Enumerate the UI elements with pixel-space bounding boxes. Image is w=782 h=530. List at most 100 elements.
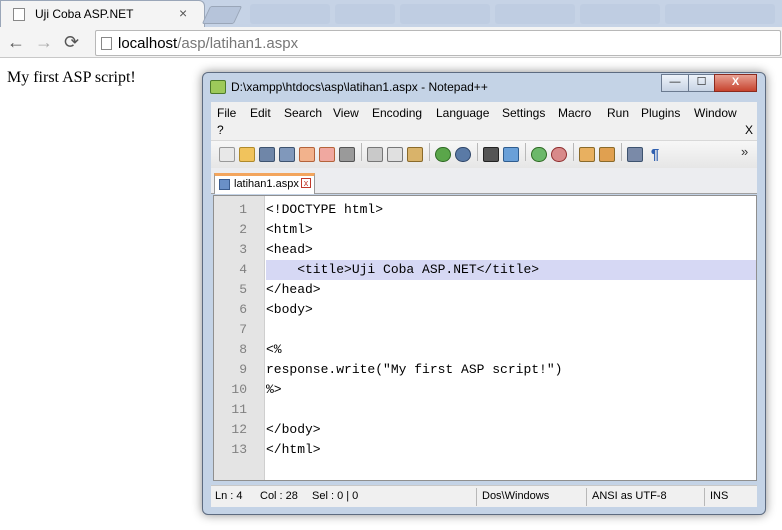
window-title: D:\xampp\htdocs\asp\latihan1.aspx - Note… bbox=[231, 80, 488, 94]
document-tab[interactable]: latihan1.aspx x bbox=[214, 173, 315, 194]
open-file-icon[interactable] bbox=[239, 147, 255, 162]
line-number: 13 bbox=[231, 442, 247, 457]
toolbar-separator bbox=[621, 143, 622, 161]
url-path: /asp/latihan1.aspx bbox=[177, 35, 299, 52]
undo-icon[interactable] bbox=[435, 147, 451, 162]
document-tab-label: latihan1.aspx bbox=[234, 178, 299, 190]
background-window-tab bbox=[665, 4, 775, 24]
line-number: 5 bbox=[239, 282, 247, 297]
browser-tabstrip: Uji Coba ASP.NET × bbox=[0, 0, 782, 27]
menu-run[interactable]: Run bbox=[607, 106, 629, 120]
background-window-tab bbox=[250, 4, 330, 24]
address-bar[interactable]: localhost/asp/latihan1.aspx bbox=[95, 30, 781, 56]
code-line[interactable]: </html> bbox=[266, 440, 321, 460]
code-line[interactable]: </head> bbox=[266, 280, 321, 300]
toolbar-separator bbox=[525, 143, 526, 161]
browser-tab-title: Uji Coba ASP.NET bbox=[35, 7, 134, 21]
new-tab-button[interactable] bbox=[201, 6, 243, 24]
menu-search[interactable]: Search bbox=[284, 106, 322, 120]
code-line[interactable]: response.write("My first ASP script!") bbox=[266, 360, 562, 380]
copy-icon[interactable] bbox=[387, 147, 403, 162]
notepadpp-window: D:\xampp\htdocs\asp\latihan1.aspx - Note… bbox=[202, 72, 766, 515]
status-line: Ln : 4 bbox=[215, 490, 243, 502]
code-line[interactable]: <html> bbox=[266, 220, 313, 240]
status-separator bbox=[476, 488, 477, 506]
word-wrap-icon[interactable] bbox=[627, 147, 643, 162]
show-all-chars-icon[interactable]: ¶ bbox=[647, 147, 663, 162]
paste-icon[interactable] bbox=[407, 147, 423, 162]
line-number: 2 bbox=[239, 222, 247, 237]
line-number: 11 bbox=[231, 402, 247, 417]
print-icon[interactable] bbox=[339, 147, 355, 162]
status-separator bbox=[704, 488, 705, 506]
menu-settings[interactable]: Settings bbox=[502, 106, 545, 120]
notepadpp-app-icon bbox=[210, 80, 226, 94]
sync-scroll-icon[interactable] bbox=[579, 147, 595, 162]
code-line[interactable]: %> bbox=[266, 380, 282, 400]
page-body-text: My first ASP script! bbox=[7, 69, 136, 86]
new-file-icon[interactable] bbox=[219, 147, 235, 162]
line-number: 4 bbox=[239, 262, 247, 277]
url-text[interactable]: localhost/asp/latihan1.aspx bbox=[118, 35, 298, 52]
close-all-icon[interactable] bbox=[319, 147, 335, 162]
menu-plugins[interactable]: Plugins bbox=[641, 106, 680, 120]
maximize-button[interactable]: ☐ bbox=[688, 74, 715, 92]
browser-tab-active[interactable]: Uji Coba ASP.NET × bbox=[0, 0, 205, 27]
line-number: 10 bbox=[231, 382, 247, 397]
toolbar-separator bbox=[361, 143, 362, 161]
document-icon bbox=[219, 179, 230, 190]
line-number: 8 bbox=[239, 342, 247, 357]
toolbar-separator bbox=[429, 143, 430, 161]
line-number: 7 bbox=[239, 322, 247, 337]
zoom-out-icon[interactable] bbox=[551, 147, 567, 162]
code-line[interactable]: <head> bbox=[266, 240, 313, 260]
menu-encoding[interactable]: Encoding bbox=[372, 106, 422, 120]
code-line[interactable]: <% bbox=[266, 340, 282, 360]
sync-horizontal-icon[interactable] bbox=[599, 147, 615, 162]
menu-close-doc[interactable]: X bbox=[745, 123, 753, 137]
window-titlebar[interactable]: D:\xampp\htdocs\asp\latihan1.aspx - Note… bbox=[203, 73, 765, 101]
tab-close-icon[interactable]: × bbox=[179, 5, 187, 21]
find-icon[interactable] bbox=[483, 147, 499, 162]
menu-help[interactable]: ? bbox=[217, 123, 224, 137]
toolbar: ¶ » bbox=[211, 140, 757, 168]
toolbar-overflow-icon[interactable]: » bbox=[741, 144, 748, 159]
code-line[interactable]: </body> bbox=[266, 420, 321, 440]
back-arrow-icon[interactable]: ← bbox=[7, 31, 25, 53]
line-number: 9 bbox=[239, 362, 247, 377]
status-separator bbox=[586, 488, 587, 506]
replace-icon[interactable] bbox=[503, 147, 519, 162]
status-eol: Dos\Windows bbox=[482, 490, 550, 502]
menu-macro[interactable]: Macro bbox=[558, 106, 591, 120]
background-window-tab bbox=[400, 4, 490, 24]
url-host: localhost bbox=[118, 35, 178, 52]
redo-icon[interactable] bbox=[455, 147, 471, 162]
document-tab-close-icon[interactable]: x bbox=[301, 178, 311, 188]
menu-view[interactable]: View bbox=[333, 106, 359, 120]
status-selection: Sel : 0 | 0 bbox=[312, 490, 359, 502]
background-window-tab bbox=[335, 4, 395, 24]
close-button[interactable]: X bbox=[714, 74, 757, 92]
reload-icon[interactable]: ⟳ bbox=[64, 31, 79, 53]
minimize-button[interactable]: — bbox=[661, 74, 689, 92]
line-number: 3 bbox=[239, 242, 247, 257]
menu-language[interactable]: Language bbox=[436, 106, 489, 120]
toolbar-separator bbox=[573, 143, 574, 161]
forward-arrow-icon[interactable]: → bbox=[35, 31, 53, 53]
code-line[interactable]: <title>Uji Coba ASP.NET</title> bbox=[266, 260, 539, 280]
zoom-in-icon[interactable] bbox=[531, 147, 547, 162]
save-all-icon[interactable] bbox=[279, 147, 295, 162]
close-file-icon[interactable] bbox=[299, 147, 315, 162]
menu-window[interactable]: Window bbox=[694, 106, 737, 120]
code-line[interactable]: <body> bbox=[266, 300, 313, 320]
code-editor[interactable]: 1 <!DOCTYPE html> 2 <html> 3 <head> 4 <title>U… bbox=[213, 195, 757, 481]
menu-bar: File Edit Search View Encoding Language … bbox=[211, 102, 757, 140]
toolbar-separator bbox=[477, 143, 478, 161]
code-line[interactable]: <!DOCTYPE html> bbox=[266, 200, 383, 220]
page-icon bbox=[13, 8, 25, 21]
save-icon[interactable] bbox=[259, 147, 275, 162]
menu-edit[interactable]: Edit bbox=[250, 106, 271, 120]
status-insert-mode: INS bbox=[710, 490, 729, 502]
menu-file[interactable]: File bbox=[217, 106, 236, 120]
cut-icon[interactable] bbox=[367, 147, 383, 162]
